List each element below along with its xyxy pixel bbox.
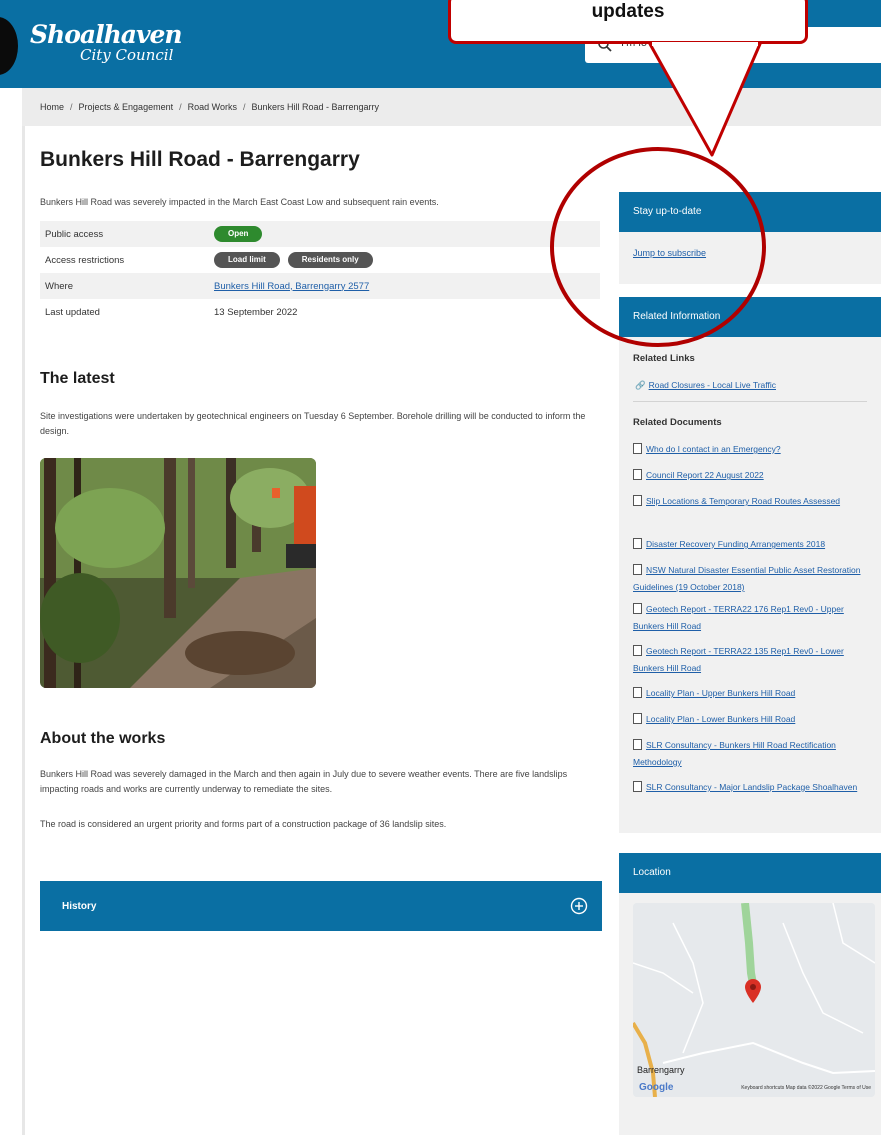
- info-row-where: Where Bunkers Hill Road, Barrengarry 257…: [40, 273, 600, 299]
- link-icon: 🔗: [635, 380, 646, 390]
- document-link[interactable]: Council Report 22 August 2022: [633, 467, 873, 484]
- document-icon: [633, 495, 642, 506]
- history-accordion[interactable]: History: [40, 881, 602, 931]
- latest-heading: The latest: [40, 370, 115, 387]
- document-link[interactable]: Geotech Report - TERRA22 176 Rep1 Rev0 -…: [633, 601, 873, 635]
- last-updated-value: 13 September 2022: [214, 306, 298, 318]
- latest-text: Site investigations were undertaken by g…: [40, 411, 586, 436]
- restriction-badge-load-limit: Load limit: [214, 252, 280, 268]
- annotation-callout-text: updates: [591, 1, 665, 22]
- stay-up-to-date-panel: Stay up-to-date Jump to subscribe: [619, 192, 881, 284]
- google-logo: Google: [639, 1082, 674, 1093]
- info-label: Last updated: [45, 306, 100, 318]
- info-label: Public access: [45, 228, 104, 240]
- location-heading: Location: [619, 853, 881, 893]
- map-attribution: Keyboard shortcuts Map data ©2022 Google…: [741, 1085, 871, 1091]
- document-icon: [633, 645, 642, 656]
- related-documents-heading: Related Documents: [633, 417, 722, 428]
- location-link[interactable]: Bunkers Hill Road, Barrengarry 2577: [214, 281, 369, 292]
- related-information-heading: Related Information: [619, 297, 881, 337]
- info-label: Where: [45, 280, 73, 292]
- document-link[interactable]: NSW Natural Disaster Essential Public As…: [633, 562, 873, 596]
- divider: [633, 401, 867, 402]
- annotation-step-marker: [0, 17, 18, 75]
- map-place-label: Barrengarry: [637, 1065, 685, 1075]
- document-link[interactable]: Geotech Report - TERRA22 135 Rep1 Rev0 -…: [633, 643, 873, 677]
- document-icon: [633, 713, 642, 724]
- breadcrumb-separator: /: [179, 102, 182, 112]
- info-row-last-updated: Last updated 13 September 2022: [40, 299, 600, 325]
- breadcrumb-road-works[interactable]: Road Works: [188, 102, 237, 112]
- map-pin-icon[interactable]: [745, 979, 761, 1003]
- info-row-public-access: Public access Open: [40, 221, 600, 247]
- document-link[interactable]: Locality Plan - Upper Bunkers Hill Road: [633, 685, 873, 702]
- document-icon: [633, 443, 642, 454]
- document-icon: [633, 739, 642, 750]
- subscribe-link[interactable]: Jump to subscribe: [633, 248, 706, 258]
- related-link-road-closures[interactable]: 🔗 Road Closures - Local Live Traffic: [635, 377, 875, 394]
- breadcrumb-current: Bunkers Hill Road - Barrengarry: [251, 102, 380, 112]
- document-link[interactable]: SLR Consultancy - Bunkers Hill Road Rect…: [633, 737, 873, 771]
- document-icon: [633, 781, 642, 792]
- restriction-badge-residents-only: Residents only: [287, 252, 373, 268]
- document-link[interactable]: Disaster Recovery Funding Arrangements 2…: [633, 536, 873, 553]
- document-icon: [633, 538, 642, 549]
- breadcrumb-home[interactable]: Home: [40, 102, 64, 112]
- breadcrumb-bar: Home / Projects & Engagement / Road Work…: [22, 88, 881, 126]
- document-link[interactable]: Who do I contact in an Emergency?: [633, 441, 873, 458]
- site-photo: [40, 458, 316, 688]
- expand-plus-icon[interactable]: [570, 897, 588, 915]
- works-paragraph-1: Bunkers Hill Road was severely damaged i…: [40, 769, 568, 794]
- breadcrumb-separator: /: [242, 102, 246, 112]
- document-link[interactable]: SLR Consultancy - Major Landslip Package…: [633, 779, 873, 796]
- breadcrumb: Home / Projects & Engagement / Road Work…: [40, 102, 379, 112]
- related-information-panel: Related Information Related Links 🔗 Road …: [619, 297, 881, 833]
- document-icon: [633, 603, 642, 614]
- document-icon: [633, 687, 642, 698]
- annotation-callout: updates: [448, 0, 808, 44]
- stay-up-to-date-heading: Stay up-to-date: [619, 192, 881, 232]
- location-map[interactable]: Barrengarry Google Keyboard shortcuts Ma…: [633, 903, 875, 1097]
- document-link[interactable]: Locality Plan - Lower Bunkers Hill Road: [633, 711, 873, 728]
- info-table: Public access Open Access restrictions L…: [40, 221, 600, 325]
- site-logo-subtitle[interactable]: City Council: [80, 46, 173, 64]
- intro-text: Bunkers Hill Road was severely impacted …: [40, 197, 439, 207]
- status-badge-open: Open: [214, 226, 263, 242]
- document-icon: [633, 564, 642, 575]
- info-label: Access restrictions: [45, 254, 125, 266]
- breadcrumb-projects[interactable]: Projects & Engagement: [79, 102, 174, 112]
- document-link[interactable]: Slip Locations & Temporary Road Routes A…: [633, 493, 873, 510]
- site-logo[interactable]: Shoalhaven: [30, 20, 183, 49]
- info-row-restrictions: Access restrictions Load limit Residents…: [40, 247, 600, 273]
- breadcrumb-separator: /: [70, 102, 73, 112]
- history-label: History: [62, 901, 97, 912]
- related-links-heading: Related Links: [633, 353, 695, 364]
- left-border: [22, 126, 25, 1135]
- works-heading: About the works: [40, 730, 166, 747]
- location-panel: Location Barrengarry Google Keyboard sho…: [619, 853, 881, 1135]
- works-paragraph-2: The road is considered an urgent priorit…: [40, 819, 447, 829]
- document-icon: [633, 469, 642, 480]
- page-title: Bunkers Hill Road - Barrengarry: [40, 148, 360, 171]
